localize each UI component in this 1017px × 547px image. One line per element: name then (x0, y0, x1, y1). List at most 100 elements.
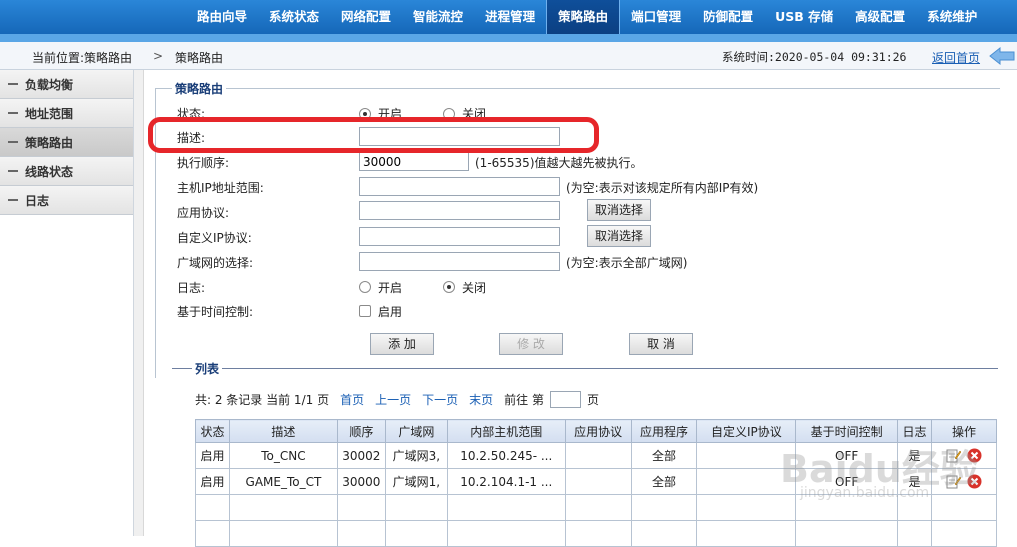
nav-item-status[interactable]: 系统状态 (258, 0, 330, 34)
dash-icon (8, 141, 18, 143)
sidebar-item-address-range[interactable]: 地址范围 (0, 99, 133, 128)
nav-item-advanced[interactable]: 高级配置 (844, 0, 916, 34)
sidebar-item-label: 地址范围 (25, 106, 74, 121)
log-off-label: 关闭 (462, 281, 487, 295)
cancel-select-ip-button[interactable]: 取消选择 (587, 225, 651, 247)
cancel-button[interactable]: 取 消 (629, 333, 693, 355)
host-ip-hint: (为空:表示对该规定所有内部IP有效) (566, 181, 759, 195)
last-page-link[interactable]: 末页 (469, 391, 493, 408)
pager: 共: 2 条记录 当前 1/1 页 首页 上一页 下一页 末页 前往 第 页 (195, 391, 599, 408)
nav-item-usb[interactable]: USB 存储 (764, 0, 844, 34)
wan-input[interactable] (359, 252, 560, 271)
add-button[interactable]: 添 加 (370, 333, 434, 355)
return-home-link[interactable]: 返回首页 (932, 49, 980, 66)
cell: To_CNC (228, 442, 338, 469)
cell: 启用 (195, 442, 230, 469)
nav-underline (0, 34, 1017, 42)
main-nav: 路由向导 系统状态 网络配置 智能流控 进程管理 策略路由 端口管理 防御配置 … (186, 0, 988, 34)
breadcrumb-separator: > (153, 49, 164, 63)
cell (564, 468, 632, 495)
nav-item-port[interactable]: 端口管理 (620, 0, 692, 34)
nav-item-process[interactable]: 进程管理 (474, 0, 546, 34)
nav-item-wizard[interactable]: 路由向导 (186, 0, 258, 34)
host-ip-label: 主机IP地址范围: (177, 181, 264, 195)
col-header: 顺序 (336, 419, 386, 443)
nav-item-policy-routing[interactable]: 策略路由 (546, 0, 621, 34)
sidebar: 负载均衡 地址范围 策略路由 线路状态 日志 (0, 70, 134, 536)
col-header: 广域网 (384, 419, 448, 443)
order-input[interactable] (359, 152, 469, 171)
sidebar-item-log[interactable]: 日志 (0, 186, 133, 215)
description-highlight-box (148, 117, 599, 153)
sidebar-scrollbar[interactable] (134, 70, 144, 536)
time-control-checkbox[interactable] (359, 305, 371, 317)
goto-suffix: 页 (586, 393, 599, 407)
breadcrumb-current-page: 策略路由 (175, 51, 224, 65)
dash-icon (8, 199, 18, 201)
order-label: 执行顺序: (177, 156, 230, 170)
cell: 广域网1, (384, 468, 448, 495)
table-row-empty (195, 520, 998, 547)
cell: 30000 (336, 468, 386, 495)
host-ip-input[interactable] (359, 177, 560, 196)
wan-label: 广域网的选择: (177, 256, 254, 270)
cell: 10.2.50.245- ... (446, 442, 566, 469)
col-header: 应用程序 (630, 419, 698, 443)
app-protocol-label: 应用协议: (177, 206, 230, 220)
nav-item-maintenance[interactable]: 系统维护 (916, 0, 988, 34)
cell: 全部 (630, 442, 698, 469)
custom-ip-input[interactable] (359, 227, 560, 246)
sidebar-item-label: 负载均衡 (25, 77, 74, 92)
col-header: 描述 (228, 419, 338, 443)
cell: 广域网3, (384, 442, 448, 469)
list-divider (172, 368, 998, 369)
sidebar-item-label: 策略路由 (25, 135, 74, 150)
sidebar-item-label: 日志 (25, 193, 50, 208)
time-control-label: 基于时间控制: (177, 305, 254, 319)
custom-ip-label: 自定义IP协议: (177, 231, 252, 245)
dash-icon (8, 83, 18, 85)
cell (564, 442, 632, 469)
list-legend: 列表 (192, 360, 223, 377)
cell: GAME_To_CT (228, 468, 338, 495)
breadcrumb: 当前位置:策略路由 > 策略路由 系统时间:2020-05-04 09:31:2… (0, 42, 1017, 70)
sidebar-item-label: 线路状态 (25, 164, 74, 179)
time-control-enable-label: 启用 (378, 305, 403, 319)
nav-item-defense[interactable]: 防御配置 (692, 0, 764, 34)
watermark-url: jingyan.baidu.com (800, 485, 930, 501)
next-page-link[interactable]: 下一页 (422, 391, 458, 408)
nav-item-flow-control[interactable]: 智能流控 (402, 0, 474, 34)
app-protocol-input[interactable] (359, 201, 560, 220)
cell: 启用 (195, 468, 230, 495)
top-nav-bar: 路由向导 系统状态 网络配置 智能流控 进程管理 策略路由 端口管理 防御配置 … (0, 0, 1017, 42)
sidebar-item-load-balance[interactable]: 负载均衡 (0, 70, 133, 99)
log-label: 日志: (177, 281, 206, 295)
log-off-radio[interactable] (443, 281, 455, 293)
log-on-label: 开启 (378, 281, 403, 295)
col-header: 内部主机范围 (446, 419, 566, 443)
dash-icon (8, 170, 18, 172)
prev-page-link[interactable]: 上一页 (375, 391, 411, 408)
back-arrow-icon[interactable] (988, 46, 1016, 66)
sidebar-item-line-status[interactable]: 线路状态 (0, 157, 133, 186)
system-time: 系统时间:2020-05-04 09:31:26 (722, 50, 907, 64)
col-header: 应用协议 (564, 419, 632, 443)
modify-button[interactable]: 修 改 (499, 333, 563, 355)
cell: 30002 (336, 442, 386, 469)
nav-item-network[interactable]: 网络配置 (330, 0, 402, 34)
wan-hint: (为空:表示全部广域网) (566, 256, 688, 270)
breadcrumb-location: 当前位置:策略路由 (32, 51, 133, 65)
order-hint: (1-65535)值越大越先被执行。 (475, 156, 643, 170)
first-page-link[interactable]: 首页 (340, 391, 364, 408)
cancel-select-app-button[interactable]: 取消选择 (587, 199, 651, 221)
goto-prefix: 前往 第 (504, 393, 544, 407)
col-header: 状态 (195, 419, 230, 443)
record-summary: 共: 2 条记录 当前 1/1 页 (195, 393, 330, 407)
form-legend: 策略路由 (172, 80, 227, 97)
dash-icon (8, 112, 18, 114)
cell: 10.2.104.1-1 ... (446, 468, 566, 495)
sidebar-item-policy-routing[interactable]: 策略路由 (0, 128, 133, 157)
log-on-radio[interactable] (359, 281, 371, 293)
goto-page-input[interactable] (549, 391, 581, 408)
cell: 全部 (630, 468, 698, 495)
